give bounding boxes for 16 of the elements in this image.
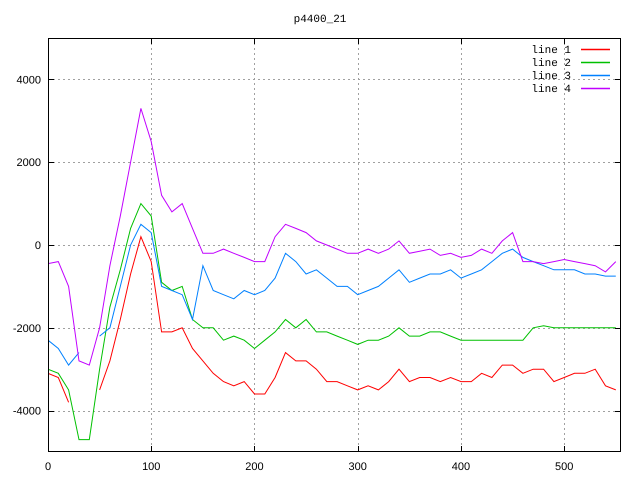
y-tick-label: 0 [34, 240, 41, 252]
y-tick-label: -4000 [12, 406, 41, 418]
y-tick-label: -2000 [12, 322, 41, 335]
x-tick-label: 500 [555, 461, 574, 473]
legend-label: line 4 [531, 84, 571, 96]
x-tick-label: 100 [142, 461, 160, 473]
x-tick-label: 300 [348, 461, 367, 473]
legend-label: line 2 [531, 58, 571, 70]
legend-label: line 3 [531, 71, 571, 83]
x-tick-label: 0 [44, 461, 52, 473]
chart-title: p4400_21 [294, 14, 346, 26]
x-tick-label: 200 [245, 461, 264, 473]
legend-label: line 1 [531, 45, 571, 57]
y-tick-label: 4000 [16, 74, 41, 86]
x-tick-label: 400 [452, 461, 470, 473]
y-tick-label: 2000 [16, 157, 41, 170]
